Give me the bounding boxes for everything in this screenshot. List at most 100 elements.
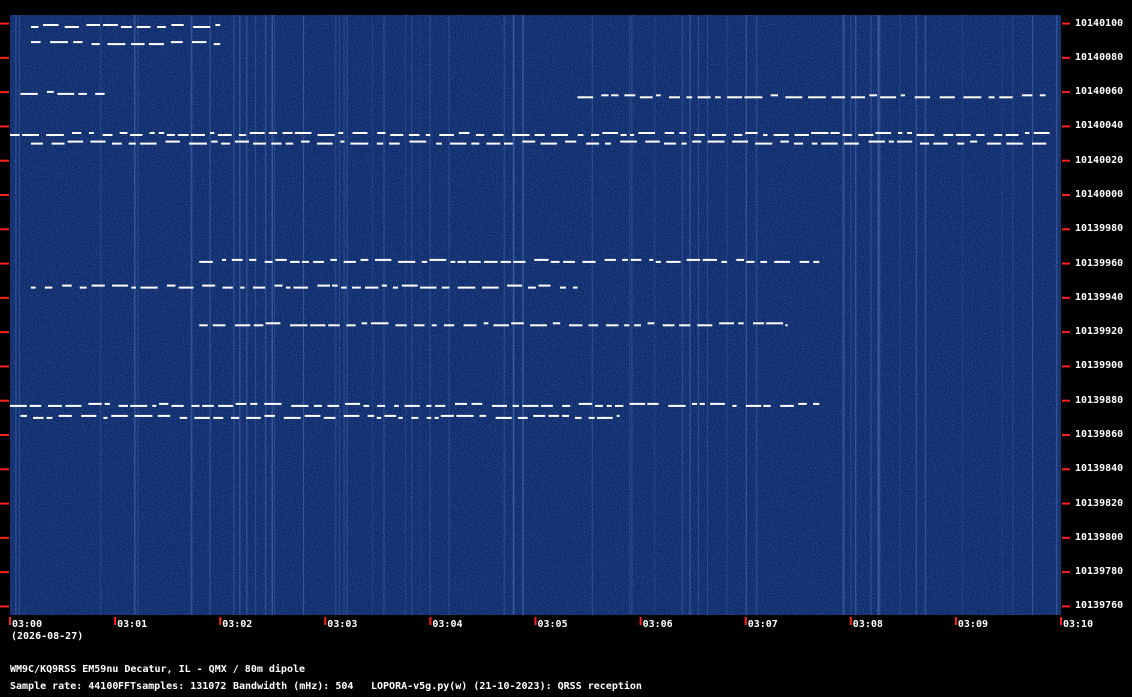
trace-segment: [732, 140, 748, 143]
trace-segment: [851, 96, 865, 99]
trace-segment: [577, 134, 584, 136]
trace-segment: [707, 140, 725, 143]
trace-segment: [46, 90, 54, 93]
trace-segment: [811, 132, 829, 134]
trace-segment: [780, 404, 794, 407]
trace-segment: [732, 404, 737, 407]
trace-segment: [323, 416, 336, 419]
trace-segment: [888, 140, 894, 143]
trace-segment: [50, 41, 68, 44]
trace-segment: [341, 286, 347, 289]
trace-segment: [217, 134, 232, 136]
trace-segment: [760, 260, 768, 263]
trace-segment: [215, 24, 221, 26]
trace-segment: [620, 134, 627, 136]
trace-segment: [199, 260, 213, 263]
trace-segment: [1032, 142, 1047, 145]
trace-segment: [491, 404, 507, 407]
trace-segment: [178, 286, 194, 289]
trace-segment: [507, 284, 522, 287]
trace-segment: [517, 416, 528, 419]
x-tick-label: 03:08: [852, 619, 883, 630]
trace-segment: [647, 402, 659, 405]
trace-segment: [327, 404, 339, 407]
trace-segment: [1005, 134, 1019, 136]
y-tick-label: 10139900: [1075, 360, 1124, 372]
trace-segment: [165, 140, 180, 143]
trace-segment: [365, 286, 379, 289]
trace-segment: [504, 142, 513, 145]
trace-segment: [46, 134, 64, 136]
trace-segment: [79, 286, 87, 289]
trace-segment: [649, 258, 654, 261]
trace-segment: [376, 416, 382, 419]
trace-segment: [552, 322, 561, 325]
trace-segment: [376, 142, 384, 145]
trace-segment: [738, 322, 744, 325]
trace-segment: [933, 142, 948, 145]
trace-segment: [766, 322, 784, 325]
trace-segment: [118, 404, 128, 407]
trace-segment: [957, 142, 965, 145]
trace-segment: [218, 404, 234, 407]
x-axis-ticks: [9, 617, 1062, 625]
date-label: (2026-08-27): [11, 631, 84, 642]
trace-segment: [340, 140, 345, 143]
trace-segment: [914, 96, 930, 99]
trace-segment: [655, 260, 661, 263]
trace-segment: [624, 324, 630, 327]
trace-segment: [313, 404, 322, 407]
trace-segment: [868, 140, 885, 143]
y-tick-label: 10139820: [1075, 497, 1124, 509]
trace-segment: [57, 92, 75, 95]
trace-segment: [78, 92, 87, 95]
trace-segment: [274, 284, 283, 287]
trace-segment: [413, 324, 425, 327]
fft-samples: FFTsamples: 131072: [118, 681, 227, 692]
trace-segment: [166, 284, 176, 287]
trace-segment: [634, 324, 641, 327]
trace-segment: [528, 286, 536, 289]
trace-segment: [191, 404, 200, 407]
trace-segment: [128, 142, 136, 145]
trace-segment: [534, 134, 545, 136]
trace-segment: [343, 414, 360, 417]
trace-segment: [907, 132, 912, 134]
trace-segment: [264, 414, 275, 417]
trace-segment: [988, 96, 995, 99]
trace-segment: [10, 134, 20, 136]
trace-segment: [463, 324, 477, 327]
y-tick-label: 10139880: [1075, 394, 1124, 406]
trace-segment: [290, 324, 308, 327]
trace-segment: [471, 402, 483, 405]
trace-segment: [606, 404, 612, 407]
trace-segment: [58, 414, 72, 417]
trace-segment: [152, 404, 157, 407]
trace-segment: [290, 260, 300, 263]
trace-segment: [733, 134, 743, 136]
trace-segment: [249, 132, 265, 134]
trace-segment: [522, 140, 536, 143]
trace-segment: [235, 140, 249, 143]
trace-segment: [897, 140, 913, 143]
trace-segment: [404, 404, 420, 407]
trace-segment: [221, 258, 227, 261]
trace-segment: [458, 132, 470, 134]
trace-segment: [268, 132, 278, 134]
trace-segment: [330, 258, 337, 261]
trace-segment: [620, 140, 637, 143]
trace-segment: [562, 414, 569, 417]
trace-segment: [955, 134, 971, 136]
x-tick-label: 03:09: [957, 619, 988, 630]
trace-segment: [456, 414, 474, 417]
trace-segment: [686, 258, 701, 261]
trace-segment: [285, 142, 294, 145]
trace-segment: [692, 140, 702, 143]
trace-segment: [774, 260, 790, 263]
trace-segment: [702, 258, 717, 261]
trace-segment: [605, 142, 611, 145]
trace-segment: [282, 132, 293, 134]
trace-segment: [31, 26, 39, 28]
trace-segment: [630, 134, 635, 136]
trace-segment: [283, 416, 301, 419]
